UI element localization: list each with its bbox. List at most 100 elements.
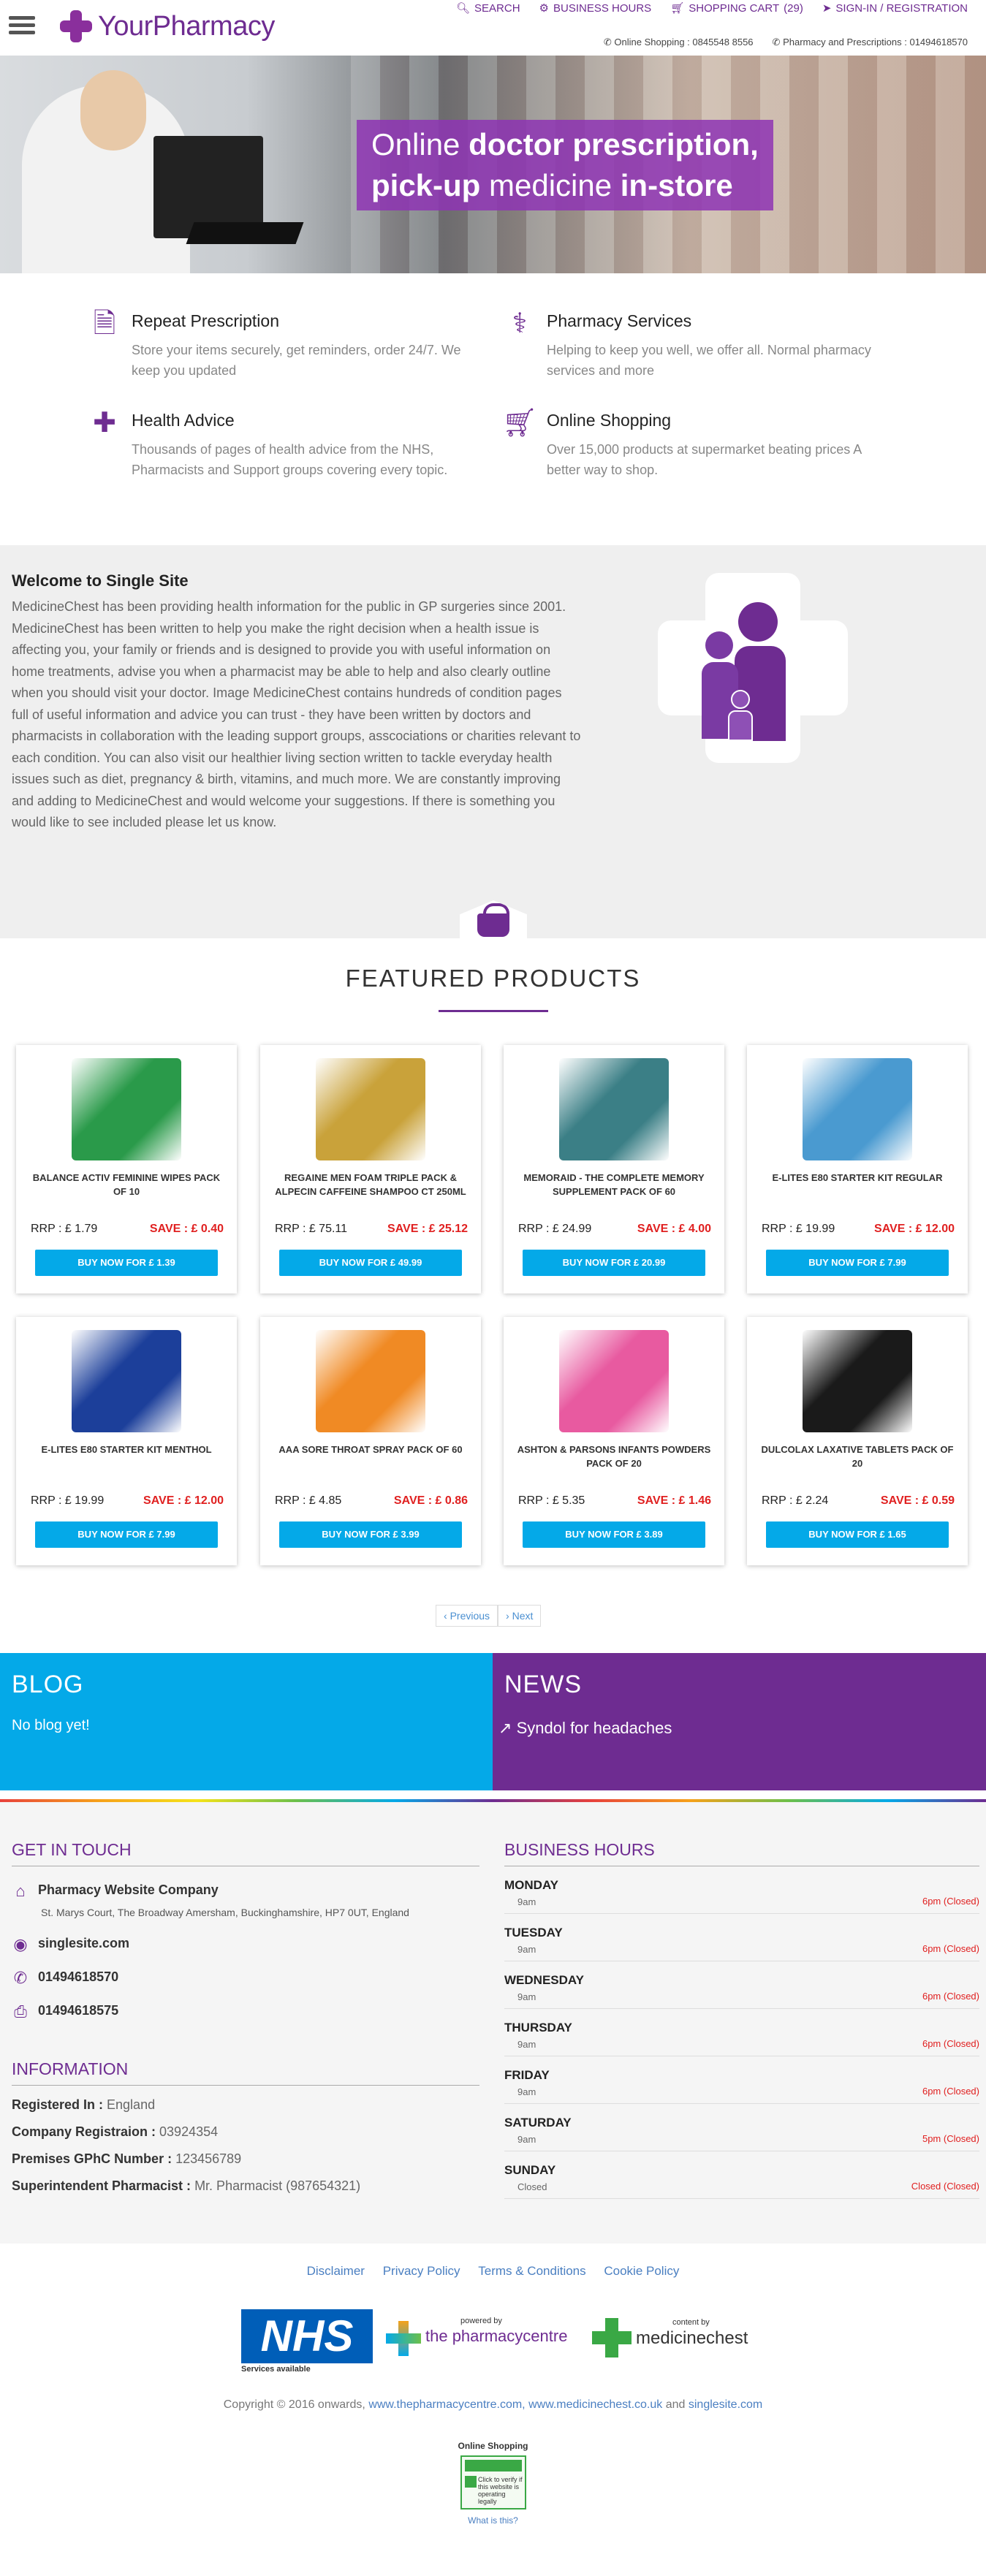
what-is-this-link[interactable]: What is this? <box>0 2515 986 2526</box>
welcome-section: Welcome to Single Site MedicineChest has… <box>0 545 986 938</box>
product-save: SAVE : £ 25.12 <box>387 1223 468 1235</box>
product-card[interactable]: REGAINE MEN FOAM TRIPLE PACK & ALPECIN C… <box>260 1045 481 1293</box>
buy-now-button[interactable]: BUY NOW FOR £ 7.99 <box>35 1521 218 1548</box>
doctor-icon: ⚕ <box>512 308 528 339</box>
product-save: SAVE : £ 0.40 <box>149 1223 224 1235</box>
online-shopping-phone-text: Online Shopping : 0845548 8556 <box>614 37 754 48</box>
product-image[interactable] <box>559 1058 669 1160</box>
medicinechest-link[interactable]: www.medicinechest.co.uk <box>528 2398 662 2411</box>
cookie-policy-link[interactable]: Cookie Policy <box>604 2264 679 2278</box>
product-name[interactable]: E-LITES E80 STARTER KIT MENTHOL <box>28 1443 225 1456</box>
product-image[interactable] <box>316 1058 425 1160</box>
product-name[interactable]: REGAINE MEN FOAM TRIPLE PACK & ALPECIN C… <box>272 1171 469 1198</box>
logo[interactable]: YourPharmacy <box>58 6 275 47</box>
information: INFORMATION Registered In : England Comp… <box>12 2059 479 2194</box>
terms-link[interactable]: Terms & Conditions <box>478 2264 585 2278</box>
disclaimer-link[interactable]: Disclaimer <box>307 2264 365 2278</box>
hamburger-menu-icon[interactable] <box>9 16 35 38</box>
pharmacy-phone[interactable]: ✆ Pharmacy and Prescriptions : 014946185… <box>773 37 968 48</box>
news-item-link[interactable]: ↗ Syndol for headaches <box>498 1719 672 1738</box>
phone-icon: ✆ <box>13 1969 28 1987</box>
basket-icon <box>477 903 509 937</box>
online-shopping-phone[interactable]: ✆ Online Shopping : 0845548 8556 <box>604 37 754 48</box>
product-image[interactable] <box>72 1330 181 1432</box>
product-image[interactable] <box>72 1058 181 1160</box>
buy-now-button[interactable]: BUY NOW FOR £ 7.99 <box>766 1250 949 1276</box>
hero-line1-light: Online <box>371 127 469 162</box>
service-title: Online Shopping <box>547 411 672 430</box>
news-panel: NEWS ↗ Syndol for headaches <box>493 1653 986 1790</box>
pharmacy-centre-link[interactable]: www.thepharmacycentre.com, <box>368 2398 525 2411</box>
product-image[interactable] <box>559 1330 669 1432</box>
business-day-row: FRIDAY 9am 6pm (Closed) <box>504 2056 979 2104</box>
copyright-text: Copyright © 2016 onwards, <box>223 2398 365 2411</box>
privacy-policy-link[interactable]: Privacy Policy <box>383 2264 460 2278</box>
product-name[interactable]: ASHTON & PARSONS INFANTS POWDERS PACK OF… <box>515 1443 713 1470</box>
days-list: MONDAY 9am 6pm (Closed) TUESDAY 9am 6pm (Clos… <box>504 1866 979 2199</box>
previous-button[interactable]: ‹ Previous <box>436 1605 498 1627</box>
product-name[interactable]: E-LITES E80 STARTER KIT REGULAR <box>759 1171 956 1185</box>
service-pharmacy-services[interactable]: ⚕ Pharmacy Services Helping to keep you … <box>501 305 896 381</box>
buy-now-button[interactable]: BUY NOW FOR £ 1.65 <box>766 1521 949 1548</box>
contact-bar: ✆ Online Shopping : 0845548 8556 ✆ Pharm… <box>604 37 968 48</box>
nhs-logo[interactable]: NHS <box>241 2309 373 2363</box>
gphc-verify-badge[interactable]: Click to verify if this website is opera… <box>460 2455 526 2509</box>
phone-icon: ✆ <box>603 37 612 48</box>
welcome-title: Welcome to Single Site <box>12 571 189 590</box>
next-button[interactable]: › Next <box>498 1605 542 1627</box>
product-image[interactable] <box>316 1330 425 1432</box>
buy-now-button[interactable]: BUY NOW FOR £ 20.99 <box>523 1250 705 1276</box>
business-day-row: TUESDAY 9am 6pm (Closed) <box>504 1914 979 1961</box>
close-time: 5pm (Closed) <box>922 2133 979 2144</box>
info-row: Company Registraion : 03924354 <box>12 2124 479 2140</box>
open-time: 9am <box>517 2039 536 2050</box>
hero-line2-bold-a: pick-up <box>371 168 481 202</box>
hero-keyboard-image <box>186 222 304 244</box>
buy-now-button[interactable]: BUY NOW FOR £ 3.89 <box>523 1521 705 1548</box>
product-card[interactable]: DULCOLAX LAXATIVE TABLETS PACK OF 20 RRP … <box>747 1317 968 1565</box>
phone-number[interactable]: 01494618570 <box>38 1969 118 1985</box>
info-value: Mr. Pharmacist (987654321) <box>194 2178 361 2193</box>
product-name[interactable]: BALANCE ACTIV FEMININE WIPES PACK OF 10 <box>28 1171 225 1198</box>
product-card[interactable]: E-LITES E80 STARTER KIT REGULAR RRP : £ 1… <box>747 1045 968 1293</box>
product-image[interactable] <box>803 1058 912 1160</box>
product-name[interactable]: MEMORAID - THE COMPLETE MEMORY SUPPLEMEN… <box>515 1171 713 1198</box>
service-repeat-prescription[interactable]: 🗎︎ Repeat Prescription Store your items … <box>86 305 481 381</box>
business-hours-link[interactable]: ⚙ BUSINESS HOURS <box>539 1 652 15</box>
product-card[interactable]: BALANCE ACTIV FEMININE WIPES PACK OF 10 R… <box>16 1045 237 1293</box>
buy-now-button[interactable]: BUY NOW FOR £ 3.99 <box>279 1521 462 1548</box>
service-title: Repeat Prescription <box>132 311 279 330</box>
shopping-cart-link[interactable]: 🛒︎ SHOPPING CART (29) <box>670 1 803 15</box>
business-day-row: THURSDAY 9am 6pm (Closed) <box>504 2009 979 2056</box>
day-name: WEDNESDAY <box>504 1973 584 1987</box>
product-name[interactable]: DULCOLAX LAXATIVE TABLETS PACK OF 20 <box>759 1443 956 1470</box>
get-in-touch: GET IN TOUCH ⌂ Pharmacy Website Company S… <box>12 1840 479 2021</box>
medicinechest-logo[interactable]: content by medicinechest <box>592 2317 753 2360</box>
product-rrp: RRP : £ 4.85 <box>275 1494 342 1507</box>
medicinechest-cross-icon <box>592 2318 632 2357</box>
nhs-subtitle: Services available <box>241 2365 311 2374</box>
product-card[interactable]: AAA SORE THROAT SPRAY PACK OF 60 RRP : £ … <box>260 1317 481 1565</box>
product-card[interactable]: MEMORAID - THE COMPLETE MEMORY SUPPLEMEN… <box>504 1045 724 1293</box>
service-online-shopping[interactable]: 🛒︎ Online Shopping Over 15,000 products … <box>501 405 896 480</box>
singlesite-link[interactable]: singlesite.com <box>689 2398 762 2411</box>
product-card[interactable]: E-LITES E80 STARTER KIT MENTHOL RRP : £ 1… <box>16 1317 237 1565</box>
service-title: Pharmacy Services <box>547 311 692 330</box>
service-health-advice[interactable]: ✚ Health Advice Thousands of pages of he… <box>86 405 481 480</box>
website-link[interactable]: singlesite.com <box>38 1936 129 1951</box>
info-row: Superintendent Pharmacist : Mr. Pharmaci… <box>12 2178 479 2194</box>
info-value: England <box>107 2097 156 2112</box>
sign-in-link[interactable]: ➤ SIGN-IN / REGISTRATION <box>822 1 968 15</box>
business-day-row: WEDNESDAY 9am 6pm (Closed) <box>504 1961 979 2009</box>
product-save: SAVE : £ 12.00 <box>143 1494 224 1507</box>
news-item-text: Syndol for headaches <box>516 1719 672 1737</box>
product-name[interactable]: AAA SORE THROAT SPRAY PACK OF 60 <box>272 1443 469 1456</box>
product-image[interactable] <box>803 1330 912 1432</box>
pharmacy-centre-logo[interactable]: powered by the pharmacycentre <box>380 2317 577 2360</box>
buy-now-button[interactable]: BUY NOW FOR £ 49.99 <box>279 1250 462 1276</box>
product-card[interactable]: ASHTON & PARSONS INFANTS POWDERS PACK OF… <box>504 1317 724 1565</box>
buy-now-button[interactable]: BUY NOW FOR £ 1.39 <box>35 1250 218 1276</box>
get-in-touch-title: GET IN TOUCH <box>12 1840 132 1859</box>
search-link[interactable]: 🔍︎ SEARCH <box>456 1 520 15</box>
day-name: TUESDAY <box>504 1926 563 1939</box>
